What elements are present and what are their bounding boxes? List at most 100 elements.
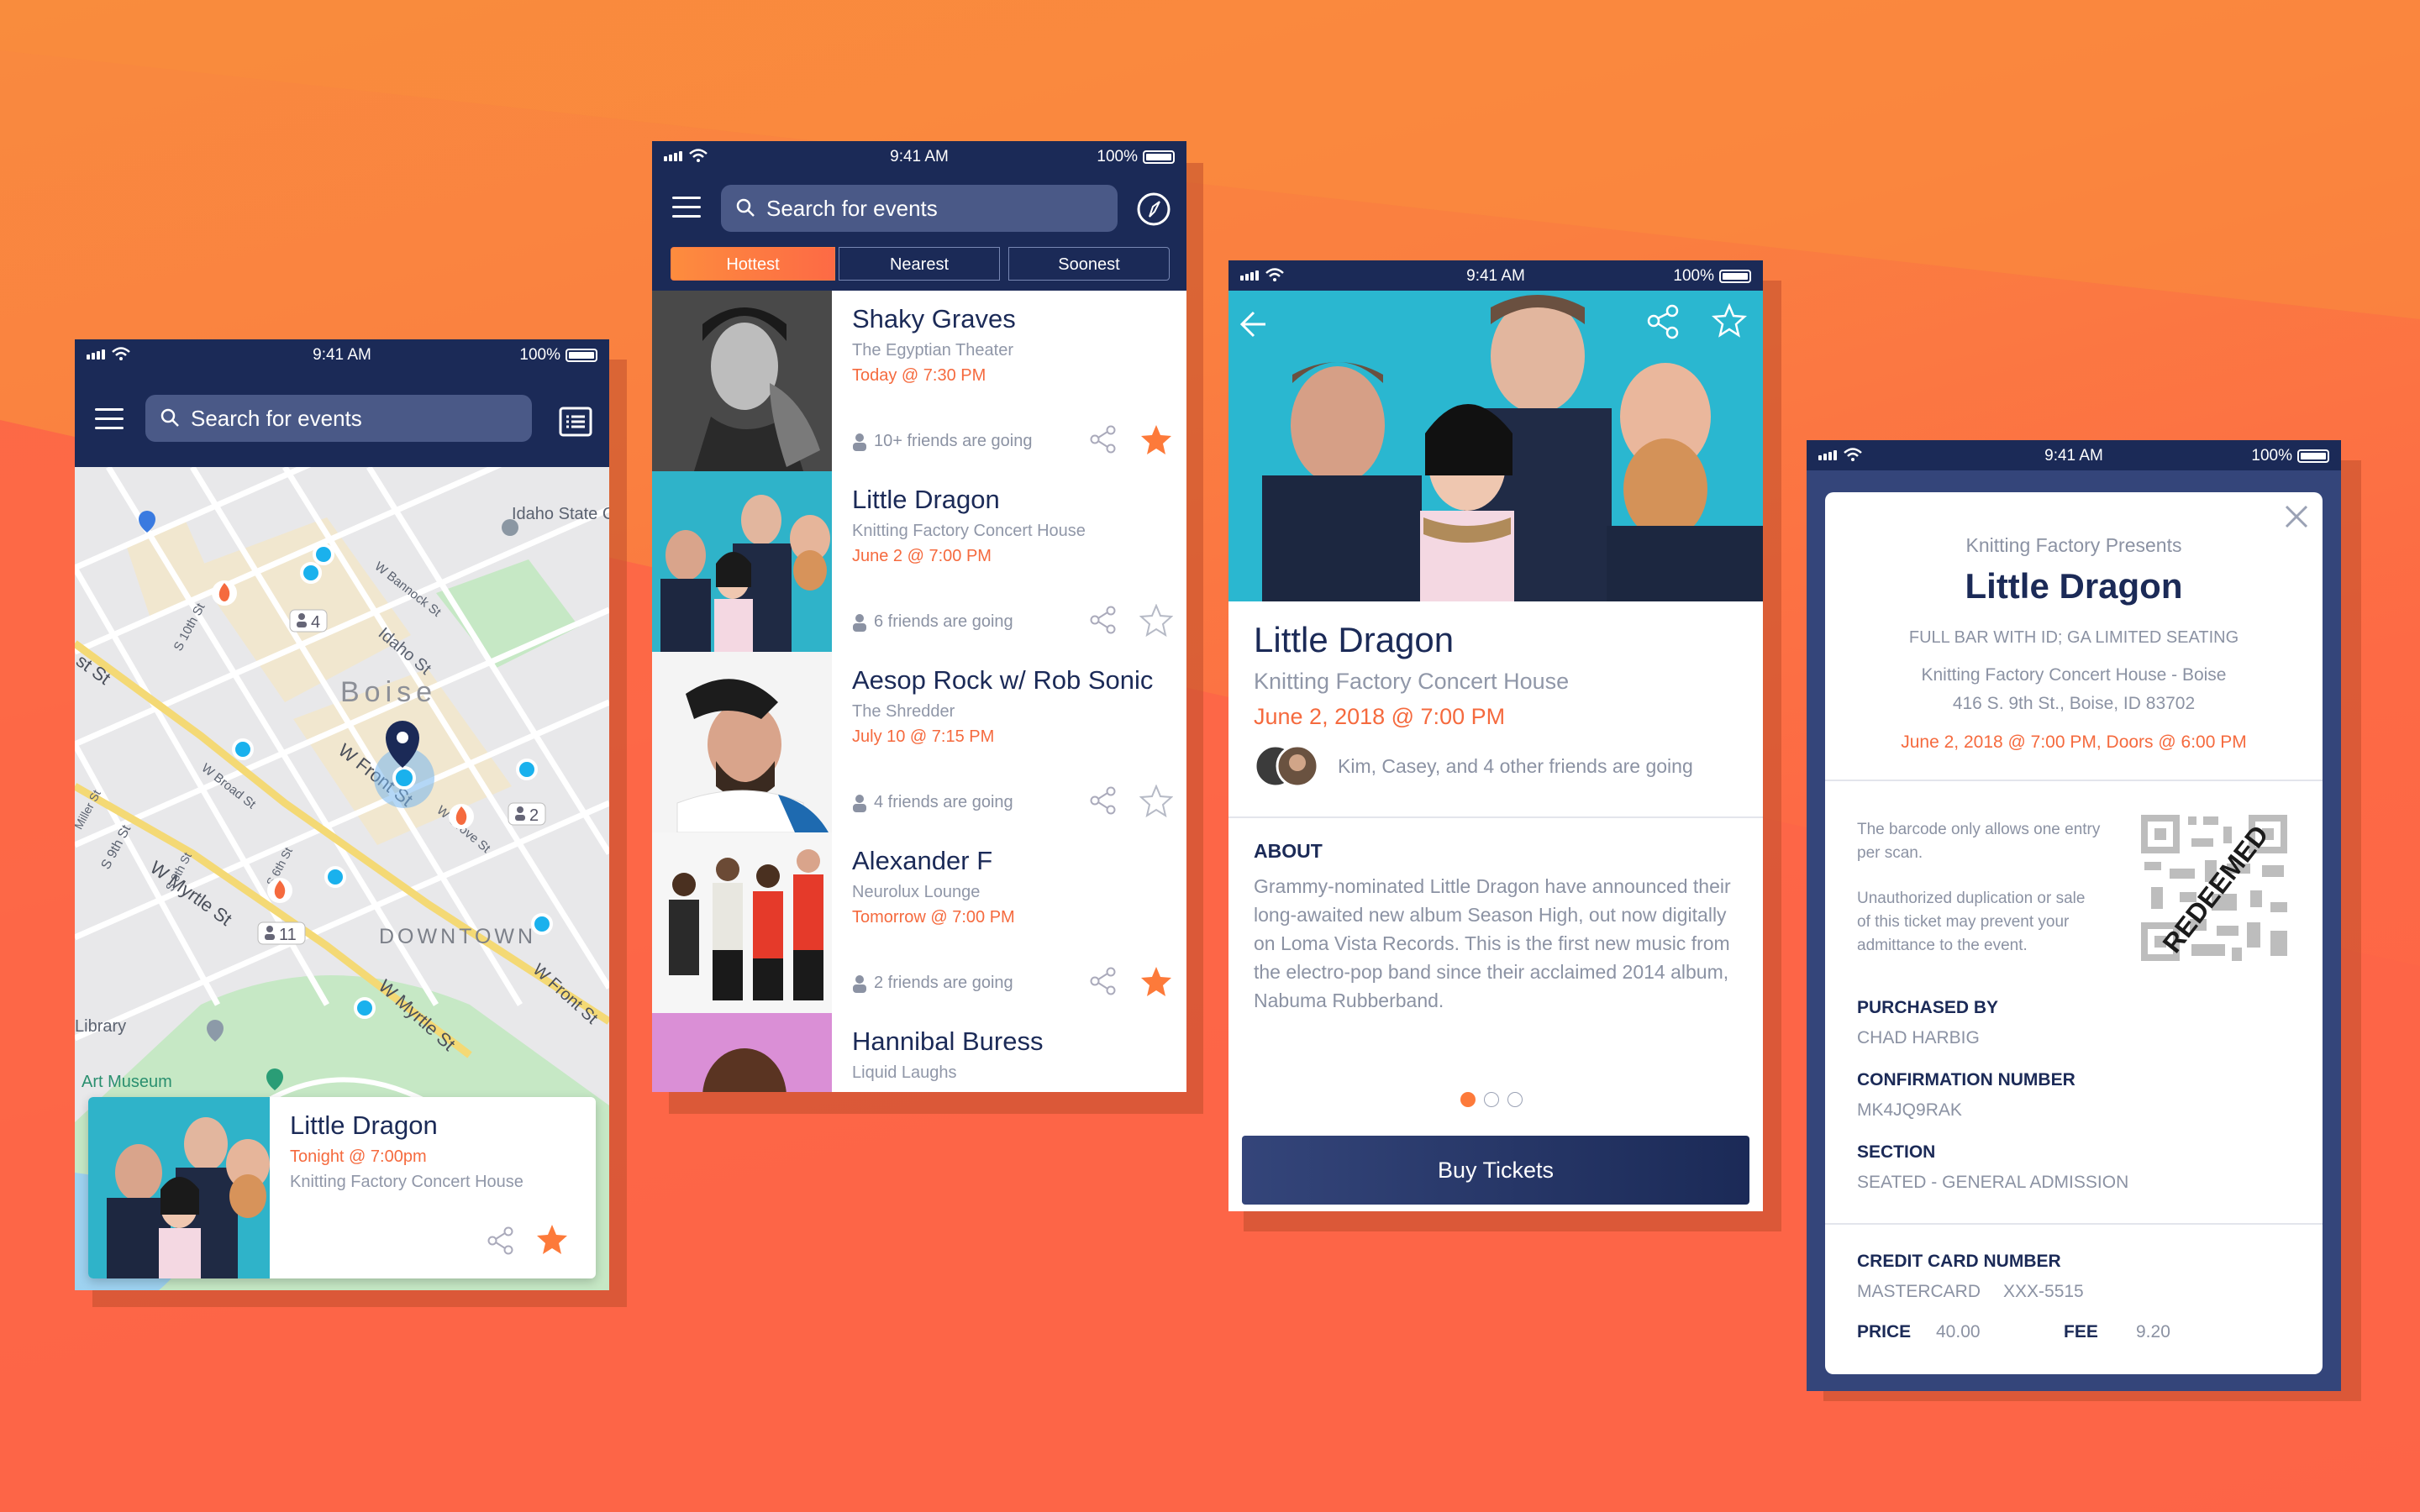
event-row[interactable]: Little Dragon Knitting Factory Concert H…	[652, 471, 1186, 653]
event-venue: The Shredder	[852, 702, 955, 721]
barcode-warning: Unauthorized duplication or sale of this…	[1857, 890, 2086, 954]
friends-cluster[interactable]: 4	[289, 609, 328, 633]
friends-cluster[interactable]: 11	[257, 921, 306, 945]
event-row[interactable]: Aesop Rock w/ Rob Sonic The Shredder Jul…	[652, 652, 1186, 833]
person-icon	[853, 613, 866, 632]
battery-percent: 100%	[2251, 447, 2292, 465]
battery-percent: 100%	[1097, 148, 1138, 165]
current-location-dot[interactable]	[392, 766, 416, 790]
menu-icon[interactable]	[95, 408, 124, 430]
event-venue: The Egyptian Theater	[852, 341, 1013, 360]
cluster-count: 2	[529, 806, 539, 825]
hero-photo	[1228, 291, 1763, 601]
capitol-icon	[502, 519, 518, 536]
friends-cluster[interactable]: 2	[508, 802, 546, 826]
venue-line: Knitting Factory Concert House - Boise	[1921, 665, 2227, 685]
ticket-screen: 9:41 AM 100% Knitting Factory Presents L…	[1807, 440, 2341, 1391]
friends-text: Kim, Casey, and 4 other friends are goin…	[1338, 754, 1693, 777]
event-row[interactable]: Hannibal Buress Liquid Laughs	[652, 1013, 1186, 1092]
friends-going: 10+ friends are going	[852, 432, 1032, 451]
tab-hottest[interactable]: Hottest	[671, 247, 835, 281]
compass-icon[interactable]	[1136, 192, 1171, 227]
friends-text: 4 friends are going	[874, 793, 1013, 811]
tab-soonest[interactable]: Soonest	[1008, 247, 1170, 281]
divider	[1228, 816, 1763, 818]
event-dot[interactable]	[531, 913, 553, 935]
page-dot-active[interactable]	[1460, 1092, 1476, 1107]
person-icon	[853, 794, 866, 812]
list-view-icon[interactable]	[559, 407, 592, 437]
event-dot[interactable]	[354, 997, 376, 1019]
map-label: Library	[75, 1017, 126, 1036]
event-photo	[652, 471, 832, 652]
event-title: Little Dragon	[1254, 620, 1455, 659]
event-preview-card[interactable]: Little Dragon Tonight @ 7:00pm Knitting …	[88, 1097, 596, 1278]
map-label-city: Boise	[340, 676, 437, 708]
map-navbar: Search for events	[75, 370, 609, 467]
purchased-by-value: CHAD HARBIG	[1857, 1028, 1980, 1047]
star-icon-filled[interactable]	[535, 1223, 569, 1257]
star-icon-filled[interactable]	[1139, 423, 1173, 457]
close-icon[interactable]	[2284, 504, 2309, 529]
hot-event-pin[interactable]	[267, 878, 292, 903]
event-venue: Neurolux Lounge	[852, 883, 981, 901]
friends-going: 6 friends are going	[852, 612, 1013, 632]
search-placeholder: Search for events	[191, 406, 362, 431]
search-input[interactable]: Search for events	[721, 185, 1118, 232]
event-photo	[652, 832, 832, 1013]
page-dot[interactable]	[1507, 1092, 1523, 1107]
price-value: 40.00	[1936, 1322, 1981, 1341]
event-date: June 2, 2018 @ 7:00 PM	[1254, 704, 1506, 729]
divider	[1825, 1223, 2323, 1225]
share-icon[interactable]	[1089, 425, 1118, 454]
event-row[interactable]: Shaky Graves The Egyptian Theater Today …	[652, 291, 1186, 472]
star-icon-filled[interactable]	[1139, 965, 1173, 999]
event-title: Alexander F	[852, 846, 993, 875]
search-input[interactable]: Search for events	[145, 395, 532, 442]
section-label: SECTION	[1857, 1142, 1936, 1162]
status-bar: 9:41 AM 100%	[1228, 260, 1763, 291]
tab-nearest[interactable]: Nearest	[839, 247, 1000, 281]
share-icon[interactable]	[1089, 967, 1118, 995]
share-icon[interactable]	[1089, 786, 1118, 815]
share-icon[interactable]	[487, 1226, 515, 1255]
event-dot[interactable]	[324, 866, 346, 888]
event-venue: Knitting Factory Concert House	[290, 1173, 523, 1191]
event-dot[interactable]	[516, 759, 538, 780]
fee-label: FEE	[2064, 1322, 2098, 1341]
divider	[1825, 780, 2323, 781]
star-icon-outline[interactable]	[1139, 785, 1173, 818]
battery-indicator: 100%	[2251, 447, 2329, 465]
event-date: Tonight @ 7:00pm	[290, 1147, 427, 1166]
detail-screen: 9:41 AM 100% Little Dragon Knitting Fact…	[1228, 260, 1763, 1211]
ticket-date: June 2, 2018 @ 7:00 PM, Doors @ 6:00 PM	[1901, 732, 2247, 752]
event-row[interactable]: Alexander F Neurolux Lounge Tomorrow @ 7…	[652, 832, 1186, 1014]
page-indicator[interactable]	[1460, 1092, 1523, 1107]
confirmation-label: CONFIRMATION NUMBER	[1857, 1070, 2075, 1089]
friends-text: 10+ friends are going	[874, 432, 1033, 450]
event-dot[interactable]	[313, 543, 334, 565]
page-dot[interactable]	[1484, 1092, 1499, 1107]
star-icon-outline[interactable]	[1139, 604, 1173, 638]
event-venue: Knitting Factory Concert House	[1254, 669, 1570, 694]
status-bar: 9:41 AM 100%	[1807, 440, 2341, 470]
event-dot[interactable]	[232, 738, 254, 760]
friends-going[interactable]: Kim, Casey, and 4 other friends are goin…	[1254, 744, 1693, 788]
battery-indicator: 100%	[519, 346, 597, 365]
menu-icon[interactable]	[672, 197, 701, 218]
list-navbar: Search for events Hottest Nearest Soones…	[652, 171, 1186, 291]
search-icon	[736, 198, 755, 217]
event-venue: Knitting Factory Concert House	[852, 522, 1086, 540]
person-icon	[853, 433, 866, 451]
status-bar: 9:41 AM 100%	[652, 141, 1186, 171]
hot-event-pin[interactable]	[449, 804, 474, 829]
friends-going: 2 friends are going	[852, 974, 1013, 993]
event-title: Little Dragon	[290, 1110, 438, 1140]
hot-event-pin[interactable]	[212, 580, 237, 606]
event-title: Aesop Rock w/ Rob Sonic	[852, 665, 1154, 695]
event-dot[interactable]	[300, 562, 322, 584]
share-icon[interactable]	[1089, 606, 1118, 634]
ticket-subtitle: FULL BAR WITH ID; GA LIMITED SEATING	[1908, 628, 2239, 647]
buy-tickets-button[interactable]: Buy Tickets	[1242, 1136, 1749, 1205]
event-date: Tomorrow @ 7:00 PM	[852, 908, 1015, 927]
